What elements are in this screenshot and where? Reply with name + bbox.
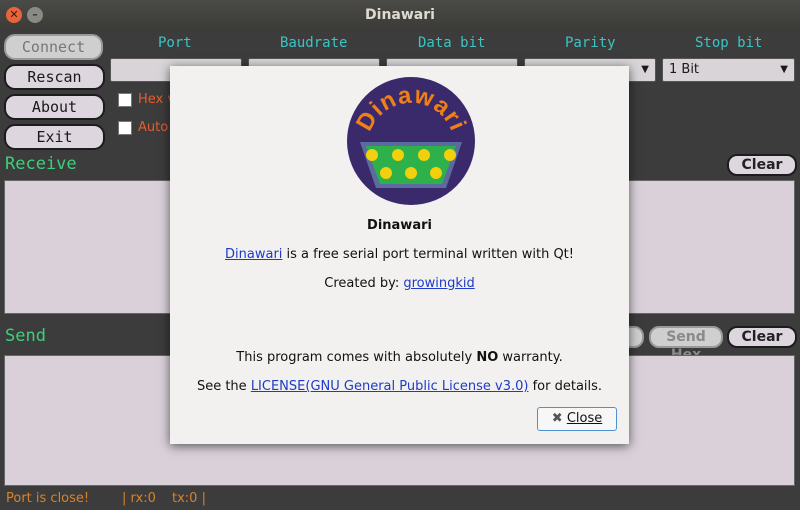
rx-count: | rx:0 <box>122 491 156 506</box>
tx-count: tx:0 | <box>172 491 206 506</box>
connect-button[interactable]: Connect <box>4 34 103 60</box>
license-post: for details. <box>528 379 603 394</box>
author-link[interactable]: growingkid <box>403 276 474 291</box>
close-button[interactable]: ✖ Close <box>537 407 617 431</box>
send-clear-button[interactable]: Clear <box>727 326 797 348</box>
about-author: Created by: growingkid <box>170 276 629 291</box>
created-by-label: Created by: <box>324 276 404 291</box>
port-label: Port <box>158 35 192 51</box>
close-button-label: Close <box>566 411 603 426</box>
receive-label: Receive <box>5 154 77 174</box>
send-label: Send <box>5 326 46 346</box>
title-bar: ✕ – Dinawari <box>0 0 800 30</box>
about-description: Dinawari is a free serial port terminal … <box>170 247 629 262</box>
warranty-bold: NO <box>476 350 499 365</box>
license-pre: See the <box>196 379 251 394</box>
exit-button[interactable]: Exit <box>4 124 105 150</box>
about-dialog: Dinawari Dinawari Dinawari is a free ser… <box>170 66 629 444</box>
rescan-button[interactable]: Rescan <box>4 64 105 90</box>
window-title: Dinawari <box>365 7 435 23</box>
warranty-pre: This program comes with absolutely <box>236 350 477 365</box>
window-minimize-button[interactable]: – <box>27 7 43 23</box>
hex-checkbox[interactable] <box>118 93 132 107</box>
about-license: See the LICENSE(GNU General Public Licen… <box>170 379 629 394</box>
port-status: Port is close! <box>6 491 90 506</box>
chevron-down-icon: ▼ <box>780 64 788 75</box>
chevron-down-icon: ▼ <box>641 64 649 75</box>
window-close-button[interactable]: ✕ <box>6 7 22 23</box>
dinawari-logo: Dinawari <box>347 77 475 205</box>
license-link[interactable]: LICENSE(GNU General Public License v3.0) <box>251 379 529 394</box>
stop-bit-value: 1 Bit <box>669 62 700 77</box>
warranty-post: warranty. <box>498 350 563 365</box>
stop-bit-select[interactable]: 1 Bit ▼ <box>662 58 795 82</box>
baudrate-label: Baudrate <box>280 35 348 51</box>
auto-checkbox-label: Auto <box>138 120 169 135</box>
stop-bit-label: Stop bit <box>695 35 763 51</box>
status-bar: Port is close! | rx:0 tx:0 | <box>0 488 800 510</box>
about-description-text: is a free serial port terminal written w… <box>282 247 574 262</box>
send-hex-button[interactable]: Send Hex <box>649 326 723 363</box>
dinawari-link[interactable]: Dinawari <box>225 247 282 262</box>
close-icon: ✖ <box>551 411 563 426</box>
auto-checkbox[interactable] <box>118 121 132 135</box>
about-app-name: Dinawari <box>367 218 432 233</box>
data-bit-label: Data bit <box>418 35 486 51</box>
receive-clear-button[interactable]: Clear <box>727 154 797 176</box>
parity-label: Parity <box>565 35 616 51</box>
about-warranty: This program comes with absolutely NO wa… <box>170 350 629 365</box>
about-button[interactable]: About <box>4 94 105 120</box>
